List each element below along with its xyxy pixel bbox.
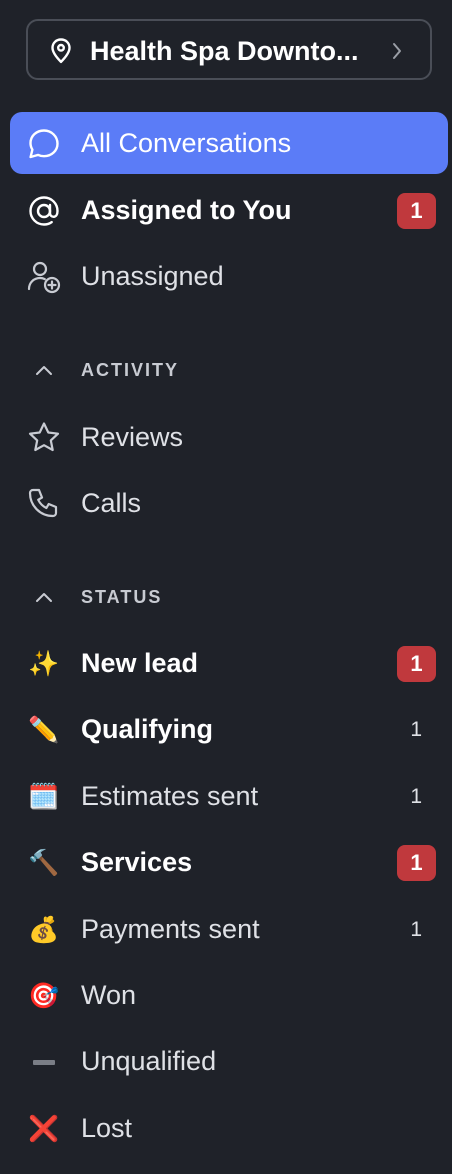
status-label: Payments sent: [81, 914, 260, 944]
pencil-icon: ✏️: [28, 715, 60, 744]
status-label: New lead: [81, 648, 199, 678]
status-unqualified[interactable]: Unqualified: [10, 1030, 448, 1092]
status-label: Services: [81, 847, 193, 877]
chevron-right-icon: [393, 43, 401, 59]
user-plus-icon: [26, 259, 62, 295]
unread-badge: 1: [397, 646, 436, 682]
status-label: Lost: [81, 1113, 133, 1143]
target-icon: 🎯: [28, 981, 60, 1010]
item-count: 1: [410, 918, 422, 941]
money-bag-icon: 💰: [28, 915, 60, 944]
nav-assigned-to-you[interactable]: Assigned to You 1: [10, 179, 448, 241]
calendar-icon: 🗓️: [28, 782, 60, 811]
cross-icon: ❌: [28, 1114, 60, 1143]
section-title: STATUS: [81, 587, 163, 607]
nav-label: Calls: [81, 488, 142, 518]
nav-label: Unassigned: [81, 261, 224, 291]
star-icon: [26, 420, 62, 456]
conversation-sidebar: Health Spa Downto... All Conversations A…: [0, 0, 452, 1174]
nav-calls[interactable]: Calls: [10, 472, 448, 534]
unread-badge: 1: [397, 845, 436, 881]
map-pin-icon: [51, 38, 71, 64]
status-label: Qualifying: [81, 714, 214, 744]
status-won[interactable]: 🎯 Won: [10, 964, 448, 1026]
status-label: Won: [81, 980, 137, 1010]
chat-bubble-icon: [26, 126, 62, 162]
hammer-icon: 🔨: [28, 848, 60, 877]
location-selector[interactable]: Health Spa Downto...: [26, 19, 432, 80]
status-label: Estimates sent: [81, 781, 259, 811]
status-estimates-sent[interactable]: 🗓️ Estimates sent 1: [10, 765, 448, 827]
chevron-up-icon: [36, 366, 52, 375]
status-qualifying[interactable]: ✏️ Qualifying 1: [10, 698, 448, 760]
nav-label: Reviews: [81, 422, 184, 452]
section-title: ACTIVITY: [81, 360, 180, 380]
nav-reviews[interactable]: Reviews: [10, 406, 448, 468]
nav-all-conversations[interactable]: All Conversations: [10, 112, 448, 174]
status-new-lead[interactable]: ✨ New lead 1: [10, 632, 448, 694]
location-name: Health Spa Downto...: [90, 36, 359, 66]
chevron-up-icon: [36, 593, 52, 602]
item-count: 1: [410, 718, 422, 741]
status-lost[interactable]: ❌ Lost: [10, 1097, 448, 1159]
at-sign-icon: [26, 193, 62, 229]
item-count: 1: [410, 785, 422, 808]
status-services[interactable]: 🔨 Services 1: [10, 831, 448, 893]
nav-label: All Conversations: [81, 128, 292, 158]
dash-icon: [26, 1044, 62, 1080]
status-payments-sent[interactable]: 💰 Payments sent 1: [10, 898, 448, 960]
sparkles-icon: ✨: [28, 649, 60, 678]
status-label: Unqualified: [81, 1046, 217, 1076]
unread-badge: 1: [397, 193, 436, 229]
nav-unassigned[interactable]: Unassigned: [10, 245, 448, 307]
phone-icon: [26, 486, 62, 522]
nav-label: Assigned to You: [81, 195, 292, 225]
